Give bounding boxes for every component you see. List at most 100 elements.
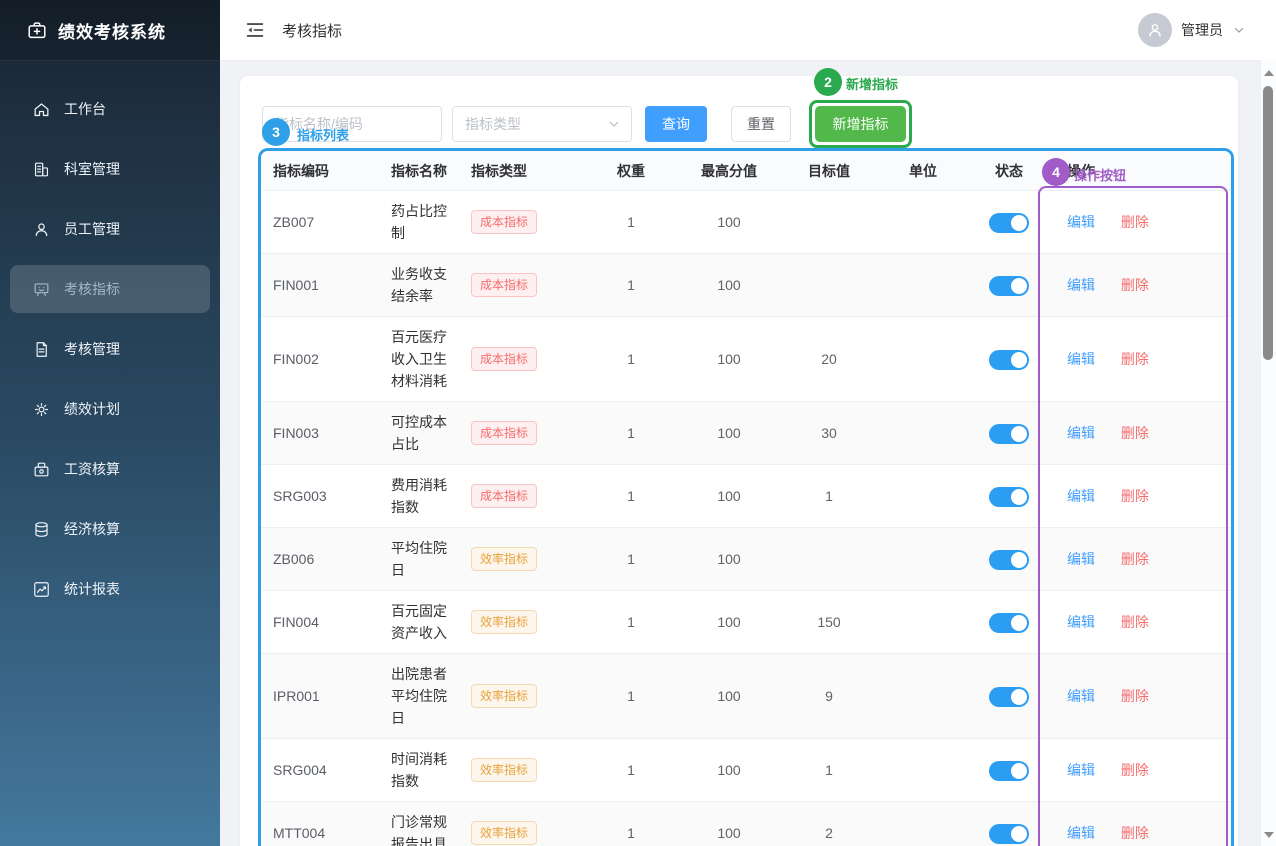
cell-indicator-type: 成本指标 [471, 402, 583, 465]
cell-unit [879, 191, 967, 254]
add-indicator-button[interactable]: 新增指标 [815, 106, 906, 142]
sidebar-item-economy[interactable]: 经济核算 [10, 505, 210, 553]
reset-button[interactable]: 重置 [731, 106, 791, 142]
status-toggle[interactable] [989, 687, 1029, 707]
cell-status [967, 591, 1051, 654]
delete-link[interactable]: 删除 [1121, 351, 1149, 367]
menu-fold-icon[interactable] [244, 19, 266, 41]
cell-indicator-type: 成本指标 [471, 317, 583, 402]
status-toggle[interactable] [989, 550, 1029, 570]
app-title: 绩效考核系统 [58, 18, 166, 43]
cell-indicator-code: MTT004 [261, 802, 391, 846]
edit-link[interactable]: 编辑 [1067, 551, 1095, 567]
sidebar-item-performance-plan[interactable]: 绩效计划 [10, 385, 210, 433]
status-toggle[interactable] [989, 824, 1029, 844]
status-toggle[interactable] [989, 350, 1029, 370]
query-button[interactable]: 查询 [645, 106, 707, 142]
person-icon [1145, 20, 1165, 40]
sidebar-item-departments[interactable]: 科室管理 [10, 145, 210, 193]
cell-max-score: 100 [679, 739, 779, 802]
user-menu[interactable]: 管理员 [1138, 13, 1246, 47]
header-name: 指标名称 [391, 151, 471, 191]
edit-link[interactable]: 编辑 [1067, 425, 1095, 441]
delete-link[interactable]: 删除 [1121, 488, 1149, 504]
sidebar-item-salary[interactable]: 工资核算 [10, 445, 210, 493]
type-tag: 成本指标 [471, 421, 537, 445]
cell-weight: 1 [583, 528, 679, 591]
cell-unit [879, 591, 967, 654]
status-toggle[interactable] [989, 487, 1029, 507]
sidebar-item-label: 考核指标 [64, 279, 120, 299]
edit-link[interactable]: 编辑 [1067, 488, 1095, 504]
cell-actions: 编辑 删除 [1051, 739, 1231, 802]
cell-indicator-type: 成本指标 [471, 254, 583, 317]
type-tag: 成本指标 [471, 347, 537, 371]
delete-link[interactable]: 删除 [1121, 425, 1149, 441]
cell-unit [879, 739, 967, 802]
cell-indicator-code: IPR001 [261, 654, 391, 739]
indicator-table-container: 指标编码 指标名称 指标类型 权重 最高分值 目标值 单位 状态 操作 ZB00… [258, 148, 1234, 846]
delete-link[interactable]: 删除 [1121, 614, 1149, 630]
edit-link[interactable]: 编辑 [1067, 614, 1095, 630]
sidebar-item-label: 科室管理 [64, 159, 120, 179]
cell-status [967, 402, 1051, 465]
edit-link[interactable]: 编辑 [1067, 688, 1095, 704]
cell-max-score: 100 [679, 528, 779, 591]
delete-link[interactable]: 删除 [1121, 551, 1149, 567]
status-toggle[interactable] [989, 276, 1029, 296]
type-tag: 效率指标 [471, 547, 537, 571]
payroll-icon [32, 460, 51, 479]
user-icon [32, 220, 51, 239]
delete-link[interactable]: 删除 [1121, 277, 1149, 293]
cell-max-score: 100 [679, 465, 779, 528]
sidebar-item-employees[interactable]: 员工管理 [10, 205, 210, 253]
cell-target [779, 528, 879, 591]
edit-link[interactable]: 编辑 [1067, 762, 1095, 778]
cell-target: 9 [779, 654, 879, 739]
status-toggle[interactable] [989, 613, 1029, 633]
table-row: FIN001 业务收支结余率 成本指标 1 100 编辑 删除 [261, 254, 1231, 317]
sidebar-item-indicators[interactable]: 考核指标 [10, 265, 210, 313]
cell-max-score: 100 [679, 317, 779, 402]
status-toggle[interactable] [989, 213, 1029, 233]
annotation-label-actions: 操作按钮 [1074, 165, 1126, 184]
cell-indicator-code: ZB006 [261, 528, 391, 591]
cell-indicator-code: FIN001 [261, 254, 391, 317]
type-tag: 效率指标 [471, 684, 537, 708]
edit-link[interactable]: 编辑 [1067, 214, 1095, 230]
cell-indicator-type: 效率指标 [471, 654, 583, 739]
delete-link[interactable]: 删除 [1121, 214, 1149, 230]
table-row: FIN004 百元固定资产收入 效率指标 1 100 150 编辑 删除 [261, 591, 1231, 654]
cell-indicator-code: SRG004 [261, 739, 391, 802]
cell-max-score: 100 [679, 802, 779, 846]
scrollbar-thumb[interactable] [1263, 86, 1273, 360]
table-body: ZB007 药占比控制 成本指标 1 100 编辑 删除 FIN001 业务收支… [261, 191, 1231, 846]
status-toggle[interactable] [989, 761, 1029, 781]
edit-link[interactable]: 编辑 [1067, 825, 1095, 841]
cell-unit [879, 528, 967, 591]
sidebar-item-workbench[interactable]: 工作台 [10, 85, 210, 133]
cell-indicator-type: 成本指标 [471, 191, 583, 254]
edit-link[interactable]: 编辑 [1067, 351, 1095, 367]
vertical-scrollbar[interactable] [1260, 60, 1276, 846]
cell-weight: 1 [583, 402, 679, 465]
edit-link[interactable]: 编辑 [1067, 277, 1095, 293]
delete-link[interactable]: 删除 [1121, 825, 1149, 841]
cell-indicator-name: 平均住院日 [391, 528, 471, 591]
cell-status [967, 465, 1051, 528]
building-icon [32, 160, 51, 179]
scrollbar-down-arrow[interactable] [1264, 832, 1274, 838]
header-unit: 单位 [879, 151, 967, 191]
cell-indicator-code: FIN004 [261, 591, 391, 654]
delete-link[interactable]: 删除 [1121, 688, 1149, 704]
type-select[interactable]: 指标类型 [452, 106, 632, 142]
delete-link[interactable]: 删除 [1121, 762, 1149, 778]
sidebar-item-reports[interactable]: 统计报表 [10, 565, 210, 613]
cell-status [967, 739, 1051, 802]
sidebar-item-assessment[interactable]: 考核管理 [10, 325, 210, 373]
table-row: MTT004 门诊常规报告出具 效率指标 1 100 2 编辑 删除 [261, 802, 1231, 846]
cell-indicator-code: FIN002 [261, 317, 391, 402]
status-toggle[interactable] [989, 424, 1029, 444]
scrollbar-up-arrow[interactable] [1264, 70, 1274, 76]
type-tag: 成本指标 [471, 210, 537, 234]
